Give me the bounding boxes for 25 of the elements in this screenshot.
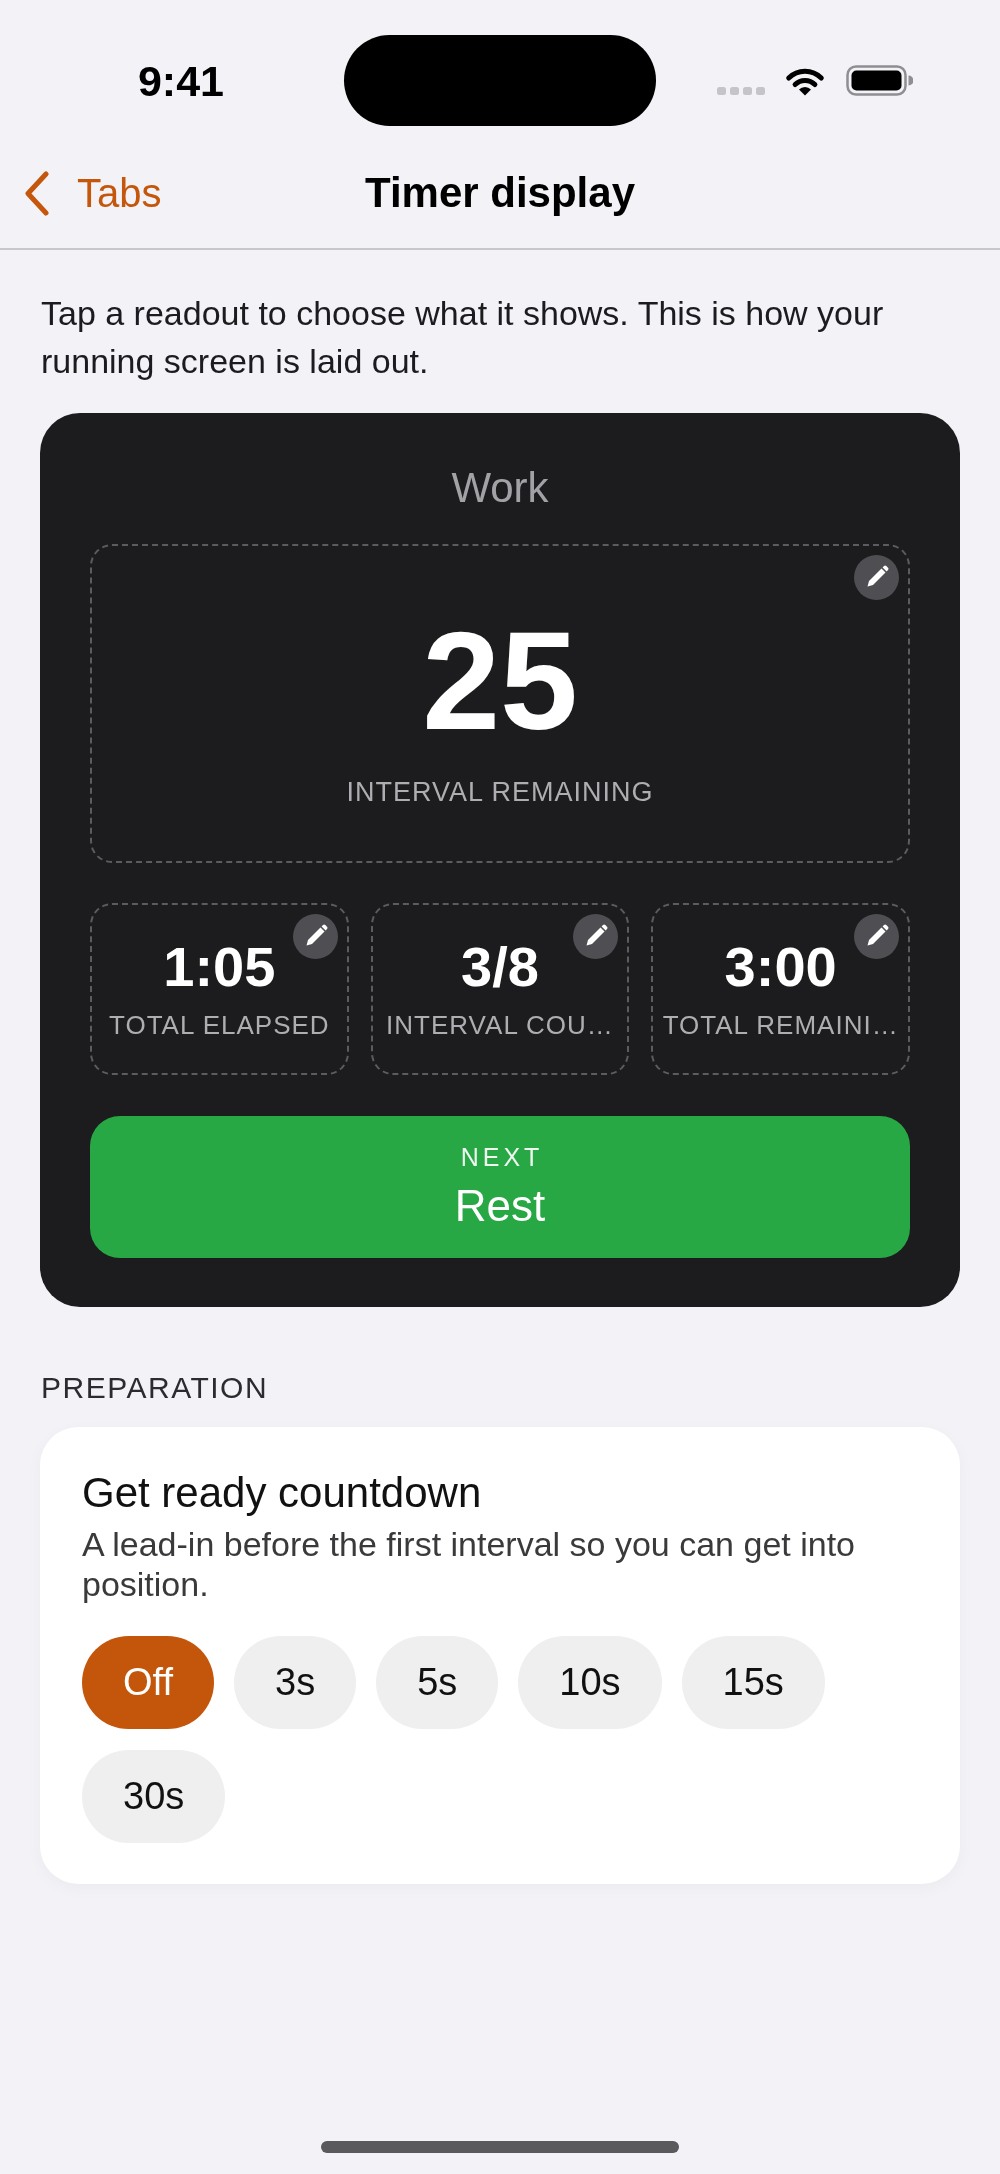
screen-title: Timer display <box>365 168 635 218</box>
countdown-option[interactable]: 15s <box>681 1636 825 1729</box>
intro-text: Tap a readout to choose what it shows. This is how your running screen is laid out. <box>41 293 885 382</box>
countdown-option[interactable]: 30s <box>82 1750 226 1843</box>
countdown-option[interactable]: 3s <box>234 1636 357 1729</box>
pencil-icon <box>573 914 619 959</box>
readout-tile[interactable]: 1:05 TOTAL ELAPSED <box>90 903 349 1075</box>
countdown-option[interactable]: 5s <box>376 1636 499 1729</box>
status-time: 9:41 <box>137 55 225 106</box>
countdown-option[interactable]: 10s <box>518 1636 662 1729</box>
phase-label: Work <box>451 463 549 513</box>
setting-description: A lead-in before the first interval so you can get into position. <box>82 1524 856 1604</box>
back-button[interactable]: Tabs <box>24 170 162 216</box>
readout-tile[interactable]: 25 INTERVAL REMAINING <box>90 544 910 863</box>
pencil-icon <box>292 914 338 959</box>
pencil-icon <box>854 914 899 959</box>
setting-title: Get ready countdown <box>82 1468 482 1518</box>
countdown-option[interactable]: Off <box>82 1636 214 1729</box>
chevron-left-icon <box>24 170 50 216</box>
readout-tile[interactable]: 3:00 TOTAL REMAINI… <box>651 903 910 1075</box>
readout-tile[interactable]: 3/8 INTERVAL COU… <box>370 903 630 1075</box>
signal-dots-icon <box>717 87 765 95</box>
pencil-icon <box>854 555 899 600</box>
section-header: PREPARATION <box>41 1370 269 1406</box>
battery-icon <box>846 65 913 96</box>
